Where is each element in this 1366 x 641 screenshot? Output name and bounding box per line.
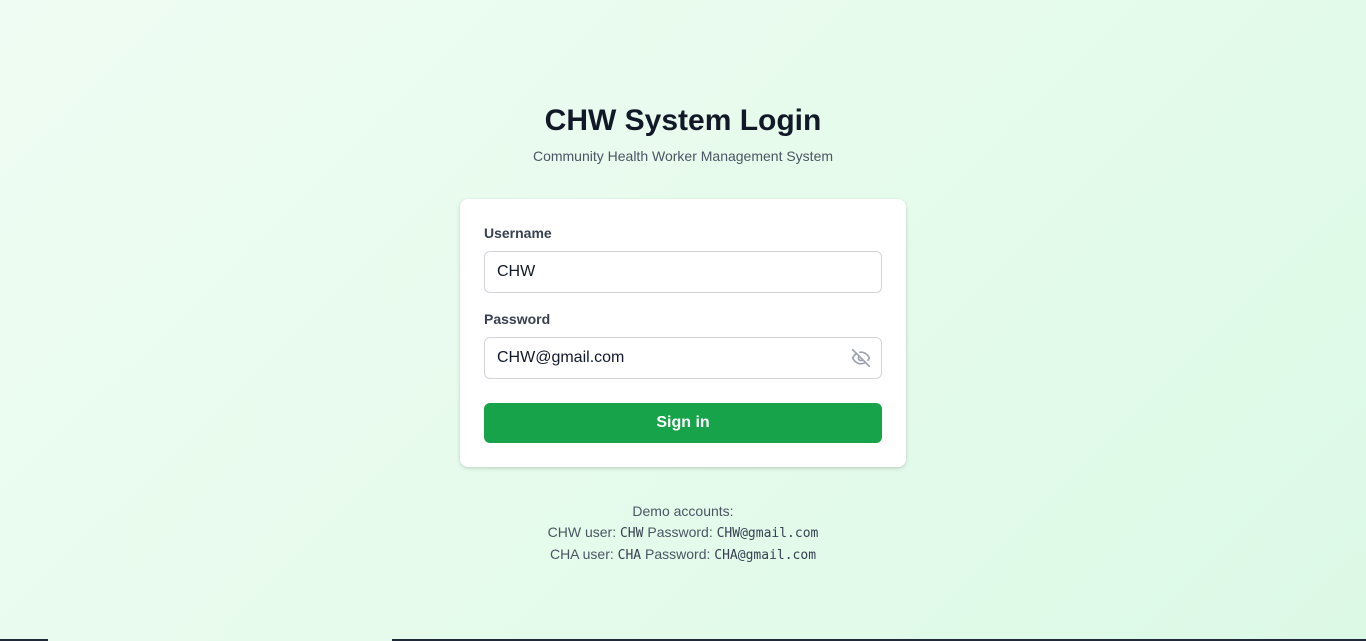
password-field-wrapper — [484, 337, 882, 379]
demo-accounts-heading: Demo accounts: — [632, 503, 734, 519]
password-label: Password — [484, 311, 551, 327]
username-label: Username — [484, 225, 552, 241]
sign-in-button[interactable]: Sign in — [484, 403, 882, 443]
demo-username: CHA — [617, 548, 642, 563]
demo-password-label: Password: — [647, 524, 713, 540]
login-card: Username Password Sign in — [460, 199, 906, 467]
demo-account-chw: CHW user: CHW Password: CHW@gmail.com — [0, 522, 1366, 544]
demo-username: CHW — [619, 526, 644, 541]
page-title: CHW System Login — [544, 104, 822, 137]
page-subtitle: Community Health Worker Management Syste… — [532, 148, 834, 164]
demo-password: CHW@gmail.com — [716, 526, 819, 541]
password-input[interactable] — [485, 338, 881, 378]
login-page: CHW System Login Community Health Worker… — [0, 0, 1366, 641]
demo-accounts: Demo accounts: CHW user: CHW Password: C… — [0, 501, 1366, 566]
demo-role-label: CHW user: — [547, 524, 617, 540]
demo-password-label: Password: — [645, 546, 711, 562]
demo-password: CHA@gmail.com — [714, 548, 817, 563]
username-input[interactable] — [485, 252, 881, 292]
username-field-wrapper — [484, 251, 882, 293]
demo-account-cha: CHA user: CHA Password: CHA@gmail.com — [0, 544, 1366, 566]
eye-off-icon[interactable] — [851, 348, 871, 368]
demo-role-label: CHA user: — [549, 546, 614, 562]
